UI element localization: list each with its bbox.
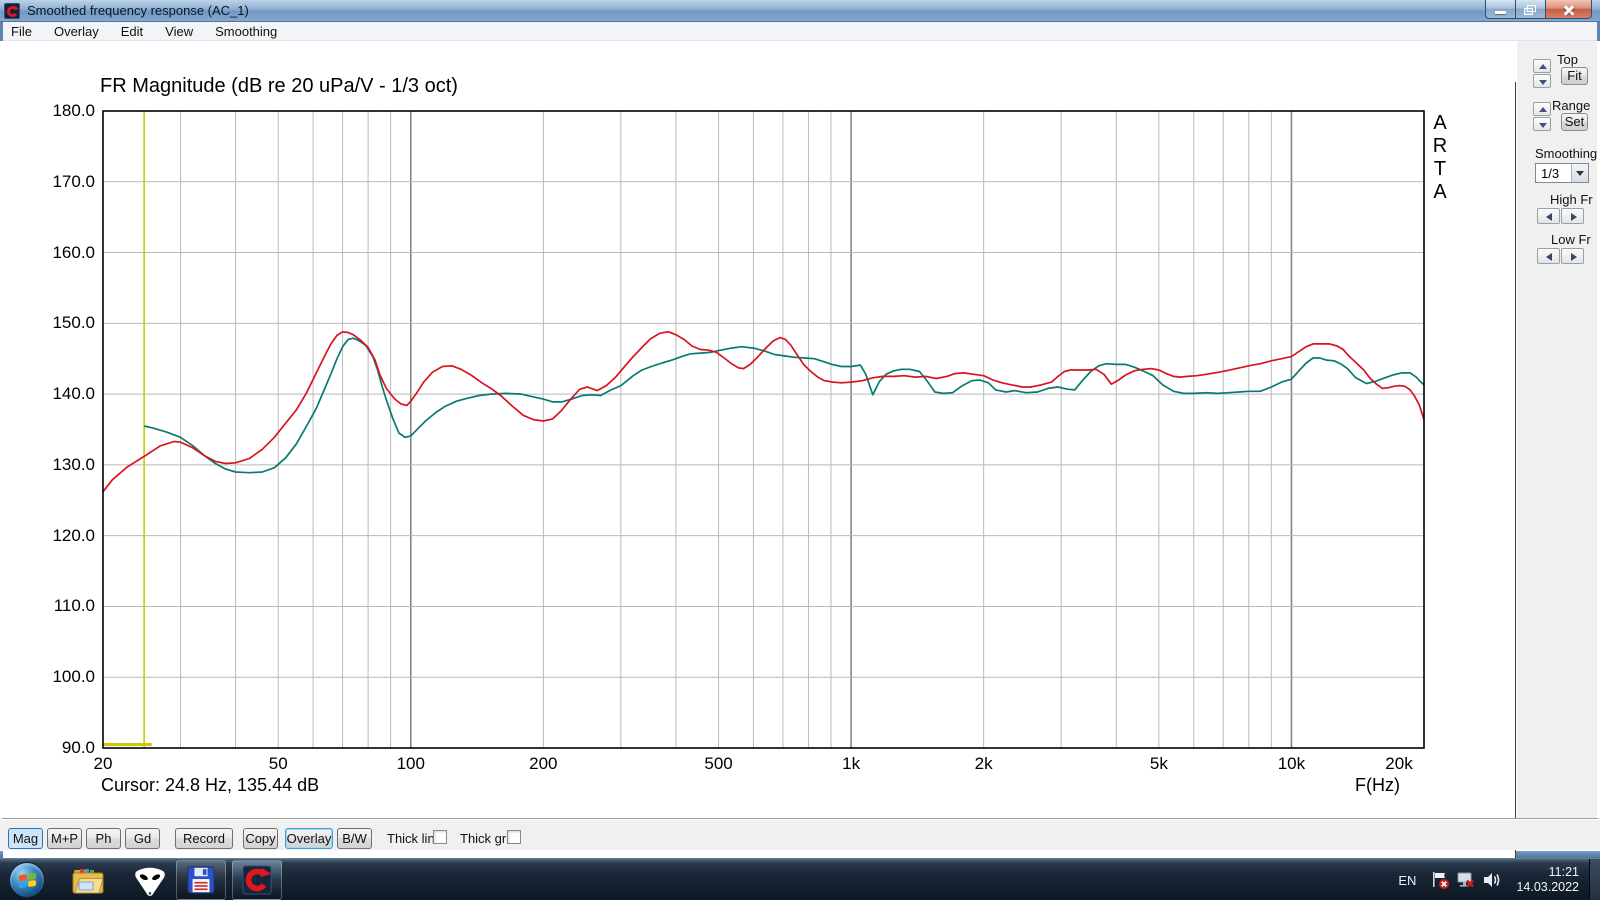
arta-icon [242,865,272,895]
checkbox-thick-grid[interactable] [507,830,521,844]
cursor-readout: Cursor: 24.8 Hz, 135.44 dB [101,775,320,795]
show-desktop-button[interactable] [1589,859,1600,900]
taskbar: EN 11:21 14.03.2022 [0,858,1600,900]
y-tick-label: 150.0 [52,313,95,333]
set-button[interactable]: Set [1561,113,1588,131]
high-fr-right-button[interactable] [1561,208,1584,224]
measured-curve-teal [143,337,1425,474]
language-indicator[interactable]: EN [1398,873,1416,888]
low-fr-left-button[interactable] [1537,248,1560,264]
clock-date: 14.03.2022 [1516,880,1579,894]
smoothing-value: 1/3 [1541,166,1560,181]
high-fr-left-button[interactable] [1537,208,1560,224]
x-tick-label: 2k [974,754,993,773]
y-tick-label: 160.0 [52,242,95,262]
x-tick-label: 100 [396,754,425,773]
toolbar-button-m-p[interactable]: M+P [47,828,82,849]
y-tick-label: 100.0 [52,667,95,687]
toolbar-button-mag[interactable]: Mag [8,828,43,849]
range-label: Range [1552,98,1591,113]
network-status-icon[interactable] [1456,870,1476,890]
top-label: Top [1557,52,1578,67]
toolbar-button-copy[interactable]: Copy [243,828,278,849]
low-fr-label: Low Fr [1551,232,1591,247]
x-tick-label: 200 [529,754,558,773]
overlay-curve-red [102,330,1425,493]
y-tick-label: 130.0 [52,454,95,474]
toolbar-button-ph[interactable]: Ph [86,828,121,849]
chevron-down-icon [1571,164,1588,182]
x-tick-label: 20k [1385,754,1413,773]
toolbar-button-b-w[interactable]: B/W [337,828,372,849]
x-axis-label: F(Hz) [1355,775,1400,795]
x-tick-label: 50 [268,754,288,773]
low-fr-right-button[interactable] [1561,248,1584,264]
y-tick-label: 170.0 [52,171,95,191]
fr-magnitude-plot[interactable] [0,0,1600,860]
toolbar-button-gd[interactable]: Gd [125,828,160,849]
range-down-spinner[interactable] [1533,117,1551,131]
side-panel: Top Fit Range Set Smoothing 1/3 High Fr … [1517,41,1597,818]
y-tick-label: 110.0 [53,596,95,616]
volume-icon[interactable] [1482,870,1502,890]
arta-taskbar-tile[interactable] [232,860,282,900]
chart-title: FR Magnitude (dB re 20 uPa/V - 1/3 oct) [100,75,458,97]
high-fr-label: High Fr [1550,192,1593,207]
foobar2000-taskbar-icon[interactable] [130,863,170,899]
x-tick-label: 500 [704,754,733,773]
y-tick-label: 140.0 [52,384,95,404]
floppy-save-taskbar-tile[interactable] [176,860,226,900]
floppy-disk-icon [187,866,215,894]
x-tick-label: 5k [1149,754,1168,773]
arta-watermark: ARTA [1432,112,1448,203]
checkbox-thick-line[interactable] [433,830,447,844]
toolbar-button-record[interactable]: Record [175,828,233,849]
x-tick-label: 1k [842,754,861,773]
range-up-spinner[interactable] [1533,102,1551,116]
smoothing-dropdown[interactable]: 1/3 [1535,163,1589,183]
action-center-flag-icon[interactable] [1430,870,1450,890]
x-tick-label: 10k [1277,754,1306,773]
explorer-taskbar-icon[interactable] [68,863,108,899]
clock-time: 11:21 [1548,865,1579,879]
screen: { "window": { "title": "Smoothed frequen… [0,0,1600,900]
start-button[interactable] [9,862,45,898]
top-down-spinner[interactable] [1533,74,1551,88]
fit-button[interactable]: Fit [1561,67,1588,85]
divider [2,818,1598,820]
top-up-spinner[interactable] [1533,59,1551,73]
toolbar-button-overlay[interactable]: Overlay [285,828,333,849]
taskbar-clock[interactable]: 11:21 14.03.2022 [1516,865,1579,895]
y-tick-label: 120.0 [52,525,95,545]
windows-flag-icon [19,873,37,889]
y-tick-label: 180.0 [52,101,95,120]
x-tick-label: 20 [93,754,113,773]
bottom-toolbar: Mag M+P Ph Gd Record Copy Overlay B/W Thick line… [0,818,1600,850]
smoothing-label: Smoothing [1535,146,1598,161]
